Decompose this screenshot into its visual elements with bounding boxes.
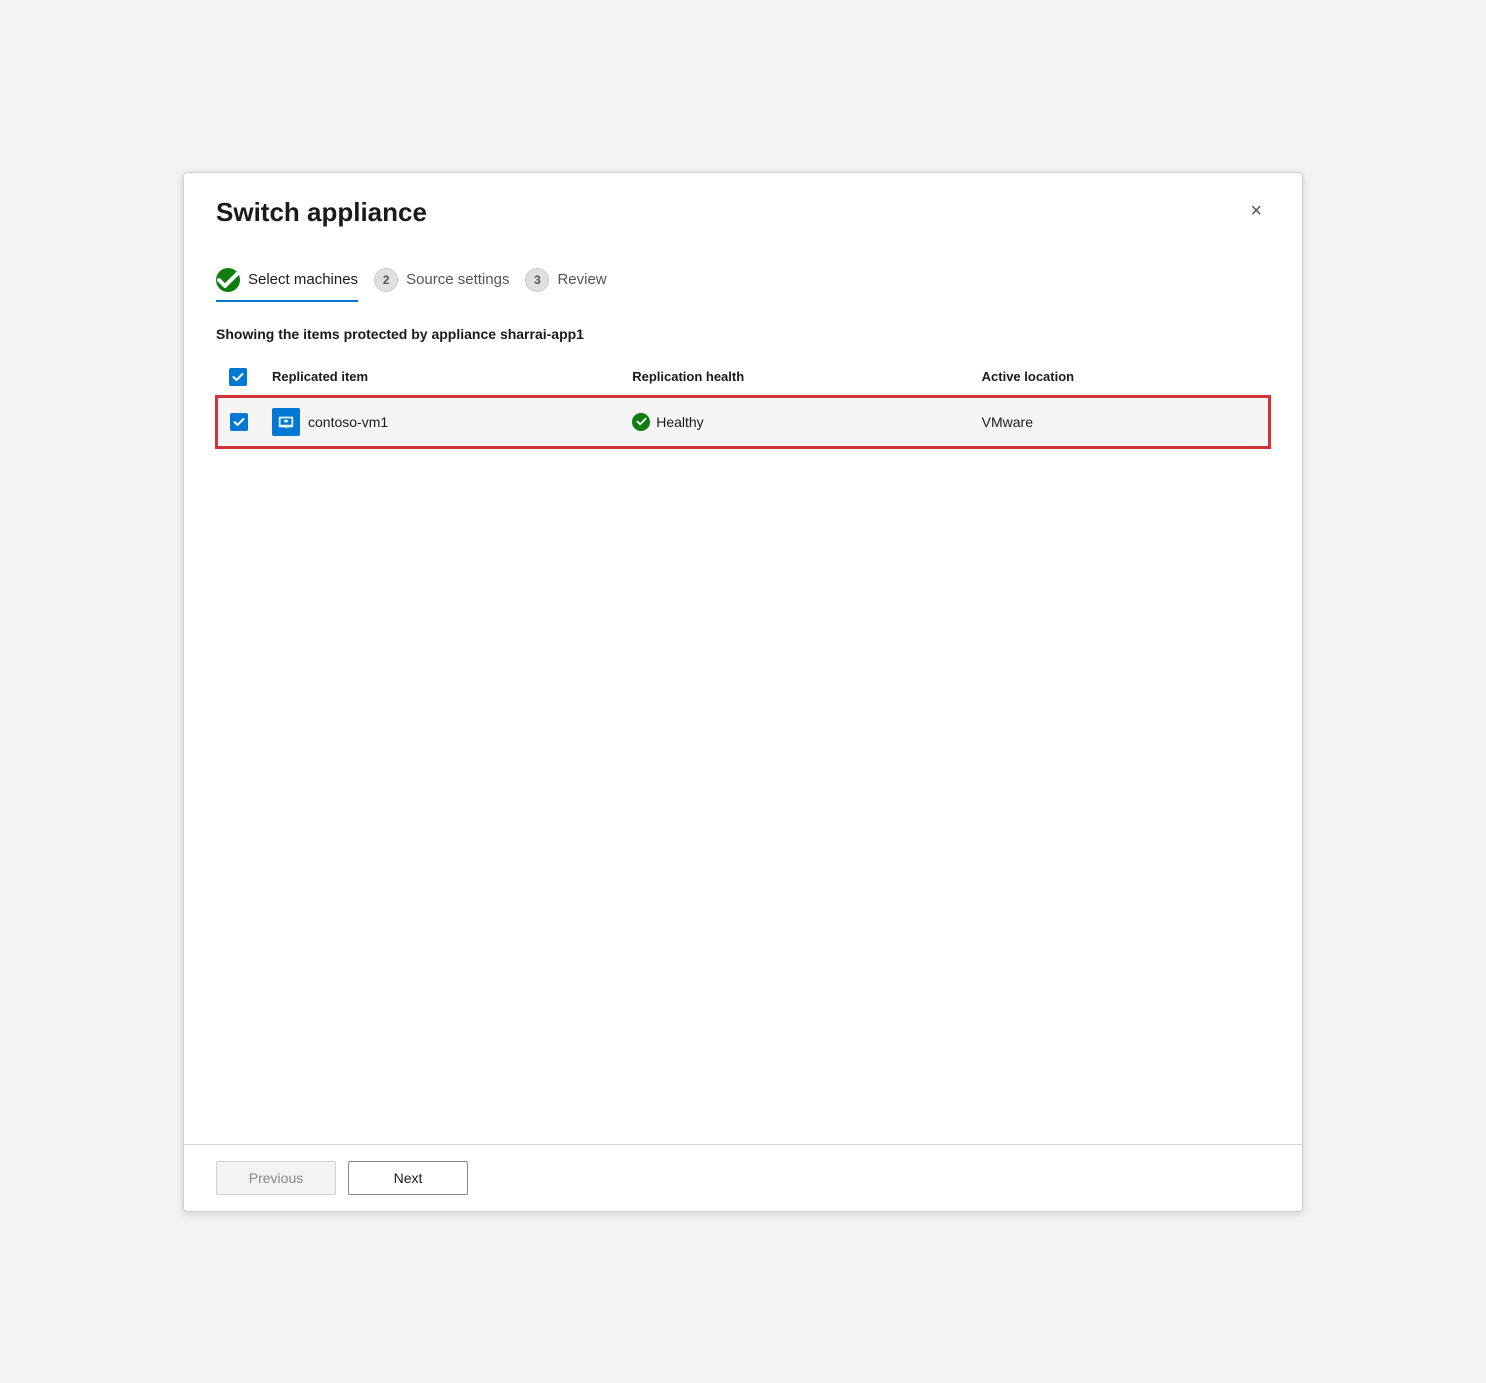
item-name-container: contoso-vm1 bbox=[272, 408, 608, 436]
step-circle-2: 2 bbox=[374, 268, 398, 292]
step-separator-1 bbox=[358, 284, 374, 285]
row-name-cell: contoso-vm1 bbox=[260, 397, 620, 447]
vm-icon bbox=[272, 408, 300, 436]
health-icon bbox=[632, 413, 650, 431]
health-container: Healthy bbox=[632, 413, 957, 431]
table-header: Replicated item Replication health Activ… bbox=[217, 358, 1269, 397]
header-replicated-item: Replicated item bbox=[260, 358, 620, 397]
step-circle-3: 3 bbox=[525, 268, 549, 292]
header-replication-health: Replication health bbox=[620, 358, 969, 397]
wizard-step-review[interactable]: 3 Review bbox=[525, 268, 606, 302]
wizard-step-select-machines[interactable]: Select machines bbox=[216, 268, 358, 302]
health-label: Healthy bbox=[656, 414, 703, 430]
next-button[interactable]: Next bbox=[348, 1161, 468, 1195]
select-all-checkbox[interactable] bbox=[229, 368, 247, 386]
close-button[interactable]: × bbox=[1242, 197, 1270, 225]
row-location-cell: VMware bbox=[970, 397, 1269, 447]
table-row[interactable]: contoso-vm1 Healthy bbox=[217, 397, 1269, 447]
switch-appliance-dialog: Switch appliance × Select machines 2 bbox=[183, 172, 1303, 1212]
wizard-step-source-settings[interactable]: 2 Source settings bbox=[374, 268, 509, 302]
dialog-title: Switch appliance bbox=[216, 197, 427, 228]
dialog-footer: Previous Next bbox=[184, 1144, 1302, 1211]
header-row: Replicated item Replication health Activ… bbox=[217, 358, 1269, 397]
machine-name: contoso-vm1 bbox=[308, 414, 388, 430]
table-subtitle: Showing the items protected by appliance… bbox=[216, 326, 1270, 342]
step-label-3: Review bbox=[557, 271, 606, 288]
row-checkbox-cell[interactable] bbox=[217, 397, 260, 447]
row-health-cell: Healthy bbox=[620, 397, 969, 447]
table-container: Replicated item Replication health Activ… bbox=[216, 358, 1270, 1120]
row-checkbox[interactable] bbox=[230, 413, 248, 431]
dialog-header: Switch appliance × bbox=[184, 173, 1302, 244]
header-checkbox bbox=[217, 358, 260, 397]
step-circle-1 bbox=[216, 268, 240, 292]
step-separator-2 bbox=[509, 284, 525, 285]
step-label-1: Select machines bbox=[248, 271, 358, 288]
previous-button[interactable]: Previous bbox=[216, 1161, 336, 1195]
dialog-body: Select machines 2 Source settings 3 Revi… bbox=[184, 244, 1302, 1144]
wizard-steps: Select machines 2 Source settings 3 Revi… bbox=[216, 268, 1270, 302]
table-body: contoso-vm1 Healthy bbox=[217, 397, 1269, 447]
machines-table: Replicated item Replication health Activ… bbox=[216, 358, 1270, 448]
step-label-2: Source settings bbox=[406, 271, 509, 288]
header-active-location: Active location bbox=[970, 358, 1269, 397]
